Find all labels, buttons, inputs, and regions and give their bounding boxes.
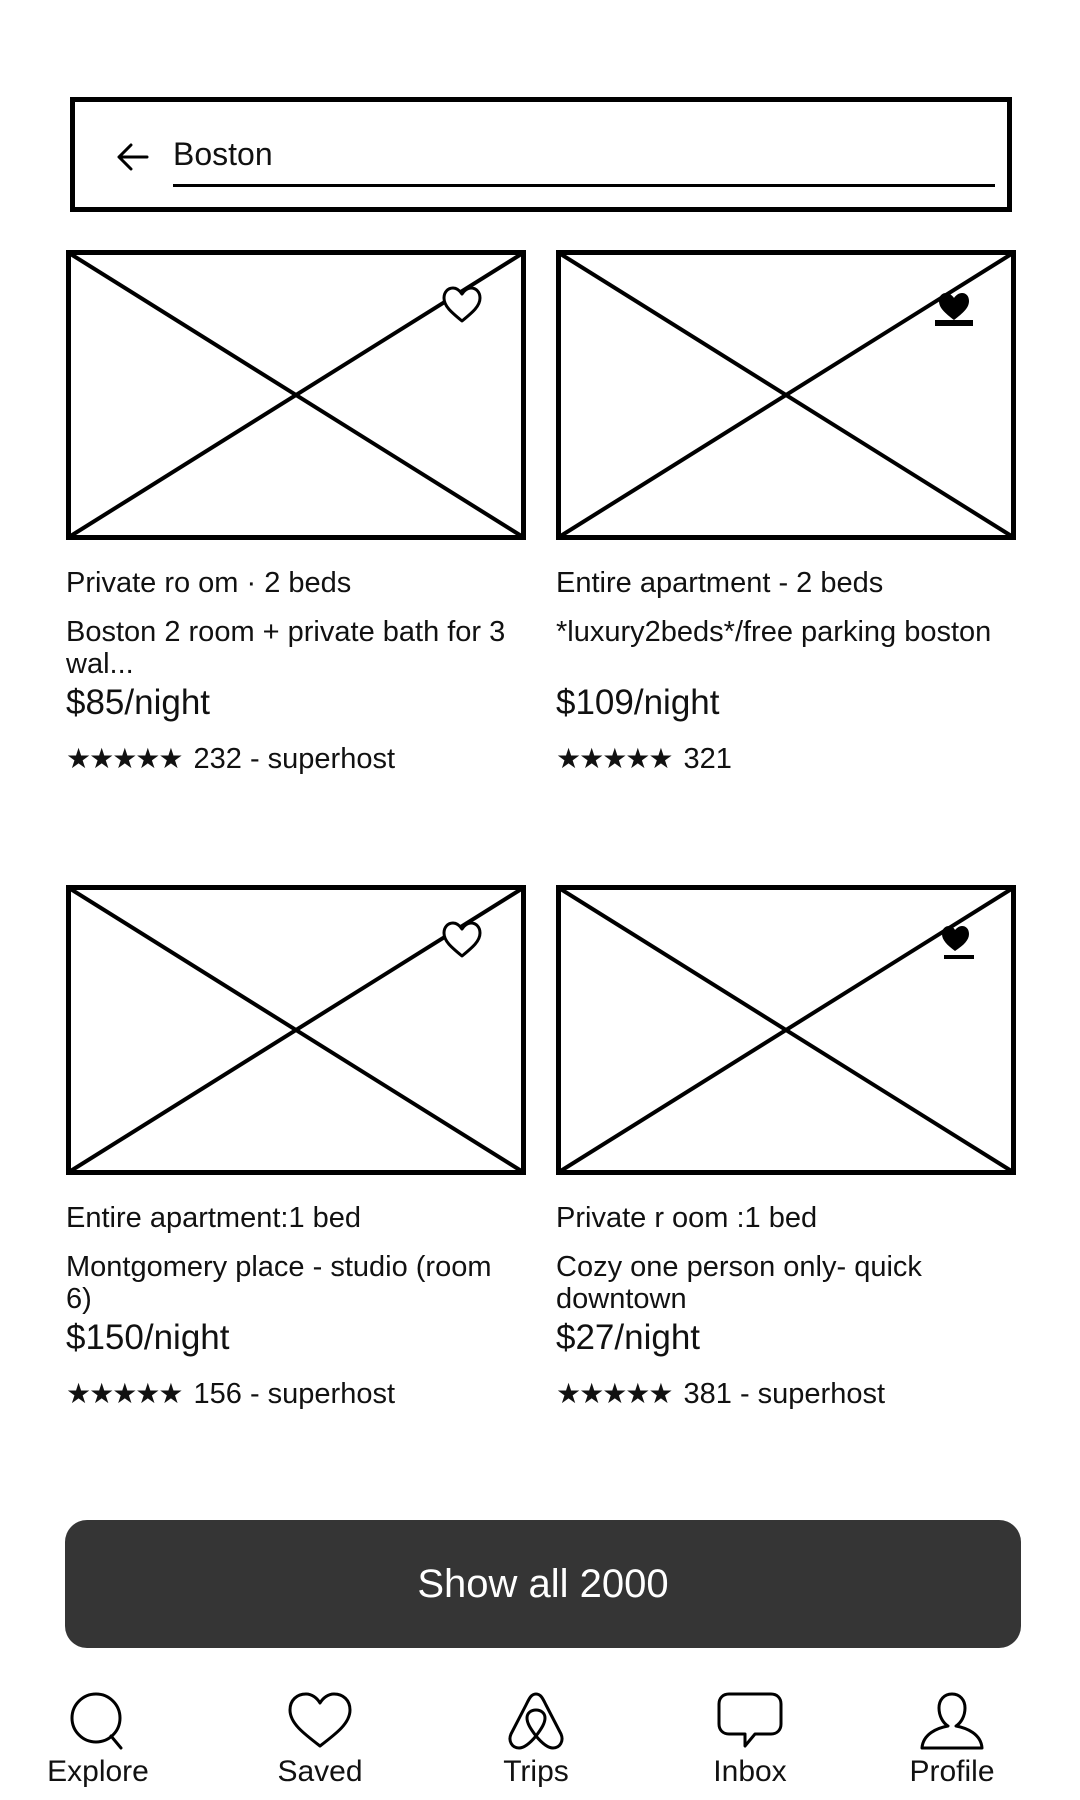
listing-title[interactable]: Boston 2 room + private bath for 3 wal..… bbox=[66, 616, 516, 680]
listing-card[interactable]: Entire apartment:1 bed Montgomery place … bbox=[66, 885, 536, 1485]
show-all-button[interactable]: Show all 2000 bbox=[65, 1520, 1021, 1648]
listing-room-type: Private ro om · 2 beds bbox=[66, 567, 352, 599]
listing-room-type: Entire apartment - 2 beds bbox=[556, 567, 884, 599]
nav-label: Profile bbox=[909, 1755, 995, 1788]
arrow-left-icon[interactable] bbox=[115, 142, 149, 172]
listing-rating: ★★★★★ 381 - superhost bbox=[556, 1378, 885, 1410]
heart-outline-icon[interactable] bbox=[441, 285, 483, 325]
star-rating-icon: ★★★★★ bbox=[66, 1378, 184, 1409]
listing-room-type: Entire apartment:1 bed bbox=[66, 1202, 362, 1234]
nav-item-trips[interactable]: Trips bbox=[446, 1680, 626, 1798]
nav-label: Inbox bbox=[713, 1755, 787, 1788]
airbnb-logo-icon bbox=[508, 1692, 564, 1750]
listing-price: $150/night bbox=[66, 1318, 230, 1357]
listing-rating: ★★★★★ 232 - superhost bbox=[66, 743, 395, 775]
listing-card[interactable]: Private ro om · 2 beds Boston 2 room + p… bbox=[66, 250, 536, 850]
listing-card[interactable]: Entire apartment - 2 beds *luxury2beds*/… bbox=[556, 250, 1026, 850]
listing-title[interactable]: Montgomery place - studio (room 6) bbox=[66, 1251, 516, 1315]
listing-room-type: Private r oom :1 bed bbox=[556, 1202, 818, 1234]
star-rating-icon: ★★★★★ bbox=[556, 1378, 674, 1409]
bottom-navigation: Explore Saved Trips Inbox Profile bbox=[0, 1680, 1080, 1800]
nav-label: Trips bbox=[503, 1755, 569, 1788]
listing-price: $109/night bbox=[556, 683, 720, 722]
nav-item-inbox[interactable]: Inbox bbox=[660, 1680, 840, 1798]
person-icon bbox=[920, 1692, 984, 1750]
star-rating-icon: ★★★★★ bbox=[66, 743, 184, 774]
star-rating-icon: ★★★★★ bbox=[556, 743, 674, 774]
listing-card[interactable]: Private r oom :1 bed Cozy one person onl… bbox=[556, 885, 1026, 1485]
heart-outline-icon[interactable] bbox=[441, 920, 483, 960]
chat-bubble-icon bbox=[717, 1692, 783, 1748]
heart-filled-icon[interactable] bbox=[936, 923, 978, 963]
listing-price: $27/night bbox=[556, 1318, 701, 1357]
listing-review-info: 321 bbox=[683, 743, 732, 775]
listing-title[interactable]: *luxury2beds*/free parking boston bbox=[556, 616, 1006, 648]
heart-filled-icon[interactable] bbox=[933, 290, 975, 330]
heart-icon bbox=[288, 1692, 352, 1748]
search-icon bbox=[70, 1692, 123, 1750]
nav-label: Explore bbox=[47, 1755, 149, 1788]
nav-item-explore[interactable]: Explore bbox=[8, 1680, 188, 1798]
nav-item-saved[interactable]: Saved bbox=[230, 1680, 410, 1798]
listing-review-info: 381 - superhost bbox=[683, 1378, 886, 1410]
search-input-underline bbox=[173, 184, 995, 187]
listing-review-info: 232 - superhost bbox=[193, 743, 396, 775]
nav-label: Saved bbox=[277, 1755, 363, 1788]
search-bar: Boston bbox=[70, 97, 1012, 212]
listing-rating: ★★★★★ 321 bbox=[556, 743, 732, 775]
search-input[interactable]: Boston bbox=[173, 134, 273, 174]
listing-price: $85/night bbox=[66, 683, 211, 722]
listing-rating: ★★★★★ 156 - superhost bbox=[66, 1378, 395, 1410]
listing-title[interactable]: Cozy one person only- quick downtown bbox=[556, 1251, 1006, 1315]
listing-review-info: 156 - superhost bbox=[193, 1378, 396, 1410]
nav-item-profile[interactable]: Profile bbox=[862, 1680, 1042, 1798]
